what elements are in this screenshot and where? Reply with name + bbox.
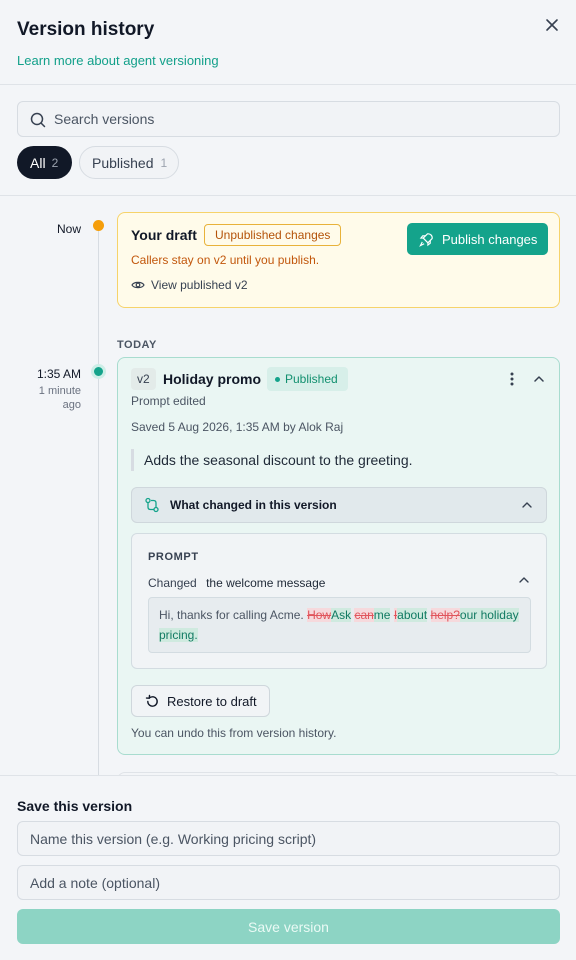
prompt-diff-panel: PROMPT Changed the welcome message Hi, t… bbox=[131, 533, 547, 669]
saved-meta: Saved 5 Aug 2026, 1:35 AM by Alok Raj bbox=[131, 420, 344, 434]
chevron-up-icon[interactable] bbox=[517, 573, 531, 587]
diff-inserted: me bbox=[373, 608, 391, 622]
panel-header: Version history Learn more about agent v… bbox=[0, 0, 576, 85]
search-input[interactable] bbox=[54, 102, 554, 136]
collapse-card-button[interactable] bbox=[531, 369, 547, 389]
chevron-up-icon bbox=[522, 502, 532, 508]
publish-changes-button[interactable]: Publish changes bbox=[407, 223, 548, 255]
changed-word: Changed bbox=[148, 576, 197, 590]
timeline-line bbox=[98, 226, 99, 775]
undo-note: You can undo this from version history. bbox=[131, 726, 337, 740]
version-name: Holiday promo bbox=[163, 371, 262, 387]
close-button[interactable] bbox=[540, 13, 564, 37]
filter-published-chip[interactable]: Published 1 bbox=[79, 146, 179, 179]
more-options-button[interactable] bbox=[504, 369, 520, 389]
status-dot-icon bbox=[275, 376, 280, 382]
version-note-input[interactable] bbox=[17, 865, 560, 900]
changed-summary: Changed the welcome message bbox=[148, 576, 325, 590]
diff-deleted: help? bbox=[430, 608, 460, 622]
view-published-link[interactable]: View published v2 bbox=[131, 278, 248, 292]
published-badge: Published bbox=[267, 367, 348, 391]
page-title: Version history bbox=[17, 19, 155, 40]
published-dot-icon bbox=[91, 364, 106, 379]
diff-deleted: How bbox=[307, 608, 332, 622]
diff-deleted: can bbox=[354, 608, 374, 622]
eye-icon bbox=[131, 281, 145, 289]
rocket-icon bbox=[419, 232, 433, 247]
change-type: Prompt edited bbox=[131, 394, 206, 408]
diff-unchanged: Hi, thanks for calling Acme. bbox=[159, 608, 308, 622]
draft-dot-icon bbox=[93, 220, 104, 231]
filter-all-count: 2 bbox=[51, 155, 59, 170]
section-label-today: TODAY bbox=[117, 339, 157, 351]
save-version-title: Save this version bbox=[17, 798, 133, 814]
view-published-label: View published v2 bbox=[151, 278, 248, 292]
draft-subtitle: Callers stay on v2 until you publish. bbox=[131, 253, 320, 267]
now-label: Now bbox=[56, 222, 81, 236]
version-time-ago-line2: ago bbox=[62, 399, 81, 411]
search-box[interactable] bbox=[17, 101, 560, 137]
filter-all-label: All bbox=[30, 154, 46, 171]
git-compare-icon bbox=[145, 497, 159, 513]
publish-changes-label: Publish changes bbox=[442, 231, 538, 247]
restore-icon bbox=[145, 694, 158, 707]
prompt-diff: Hi, thanks for calling Acme. HowAsk canm… bbox=[148, 597, 531, 653]
restore-to-draft-button[interactable]: Restore to draft bbox=[131, 685, 270, 717]
prompt-heading: PROMPT bbox=[148, 551, 199, 563]
filter-published-count: 1 bbox=[160, 155, 168, 170]
unpublished-badge: Unpublished changes bbox=[204, 224, 342, 246]
changed-target: the welcome message bbox=[206, 576, 326, 590]
learn-more-link[interactable]: Learn more about agent versioning bbox=[17, 53, 219, 68]
save-version-footer: Save this version Save version bbox=[0, 775, 576, 960]
diff-inserted: about bbox=[397, 608, 428, 622]
restore-label: Restore to draft bbox=[167, 693, 257, 709]
version-card: v2 Holiday promo Published Prompt edited… bbox=[117, 357, 560, 755]
what-changed-toggle[interactable]: What changed in this version bbox=[131, 487, 547, 523]
version-name-input[interactable] bbox=[17, 821, 560, 856]
search-filter-bar: All 2 Published 1 bbox=[0, 85, 576, 196]
chevron-up-icon bbox=[534, 376, 544, 382]
filter-published-label: Published bbox=[92, 154, 154, 171]
close-icon bbox=[546, 19, 558, 31]
diff-inserted: Ask bbox=[331, 608, 352, 622]
save-version-button[interactable]: Save version bbox=[17, 909, 560, 944]
search-icon bbox=[30, 112, 46, 128]
version-tag: v2 bbox=[131, 368, 156, 390]
version-note: Adds the seasonal discount to the greeti… bbox=[131, 449, 413, 471]
what-changed-label: What changed in this version bbox=[170, 498, 337, 512]
filter-all-chip[interactable]: All 2 bbox=[17, 146, 72, 179]
published-badge-label: Published bbox=[285, 372, 338, 386]
version-time-ago-line1: 1 minute bbox=[38, 385, 81, 397]
draft-title: Your draft bbox=[131, 227, 197, 243]
more-vertical-icon bbox=[510, 372, 514, 386]
version-time: 1:35 AM bbox=[36, 367, 81, 381]
draft-card: Your draft Unpublished changes Callers s… bbox=[117, 212, 560, 308]
version-timeline[interactable]: Now Your draft Unpublished changes Calle… bbox=[0, 196, 576, 775]
